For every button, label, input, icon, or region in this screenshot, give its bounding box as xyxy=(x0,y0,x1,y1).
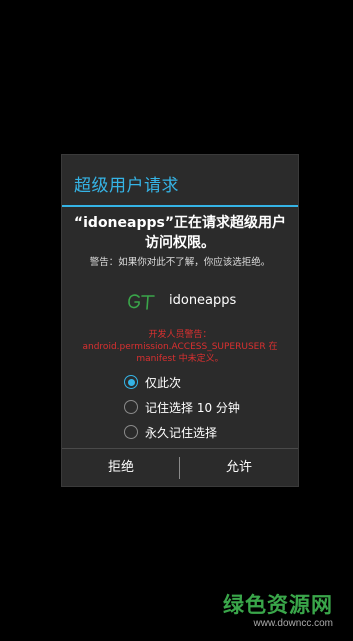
button-bar: 拒绝 允许 xyxy=(62,448,298,487)
option-label: 仅此次 xyxy=(145,376,182,390)
deny-button[interactable]: 拒绝 xyxy=(62,449,180,487)
option-label: 永久记住选择 xyxy=(145,426,218,440)
option-remember-forever[interactable]: 永久记住选择 xyxy=(124,423,284,443)
allow-button[interactable]: 允许 xyxy=(180,449,298,487)
radio-checked-icon[interactable] xyxy=(124,375,138,389)
request-message: “idoneapps”正在请求超级用户访问权限。 xyxy=(73,215,287,251)
watermark-url: www.downcc.com xyxy=(253,618,333,629)
app-name: idoneapps xyxy=(169,293,237,308)
warning-message: 警告：如果你对此不了解，你应该选拒绝。 xyxy=(89,257,271,268)
option-once[interactable]: 仅此次 xyxy=(124,373,284,393)
watermark-title: 绿色资源网 xyxy=(223,593,333,617)
developer-warning: 开发人员警告：android.permission.ACCESS_SUPERUS… xyxy=(82,330,278,364)
screen: 超级用户请求 “idoneapps”正在请求超级用户访问权限。 警告：如果你对此… xyxy=(0,0,353,641)
option-label: 记住选择 10 分钟 xyxy=(145,401,240,415)
option-remember-10-min[interactable]: 记住选择 10 分钟 xyxy=(124,398,284,418)
radio-unchecked-icon[interactable] xyxy=(124,400,138,414)
superuser-request-dialog: 超级用户请求 “idoneapps”正在请求超级用户访问权限。 警告：如果你对此… xyxy=(62,155,298,486)
title-divider xyxy=(62,205,298,207)
dialog-title: 超级用户请求 xyxy=(74,176,179,196)
radio-unchecked-icon[interactable] xyxy=(124,425,138,439)
site-watermark: 绿色资源网 www.downcc.com xyxy=(193,592,333,630)
gt-app-icon xyxy=(128,294,155,310)
requesting-app: idoneapps xyxy=(62,290,298,314)
